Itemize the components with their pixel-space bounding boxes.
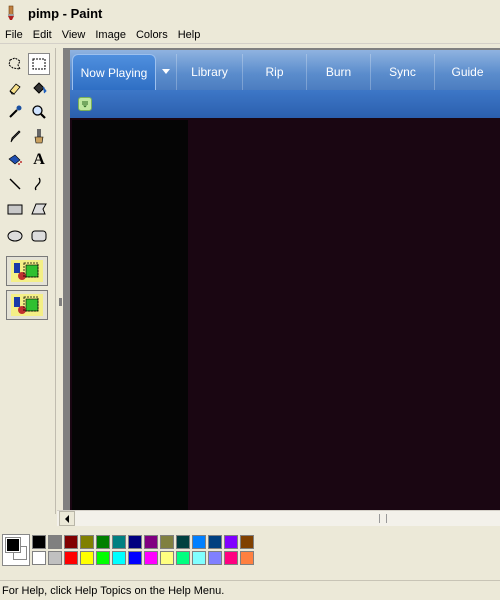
toolbox: A [0, 48, 56, 514]
rect-select-icon[interactable] [28, 53, 50, 75]
palette-swatch[interactable] [96, 551, 110, 565]
ellipse-icon[interactable] [4, 225, 26, 247]
menu-help[interactable]: Help [173, 29, 206, 41]
palette-swatch[interactable] [80, 551, 94, 565]
color-palette [0, 528, 500, 578]
curve-icon[interactable] [28, 173, 50, 195]
palette-swatch[interactable] [192, 551, 206, 565]
tab-guide[interactable]: Guide [434, 54, 500, 90]
palette-swatch[interactable] [224, 535, 238, 549]
palette-swatch[interactable] [64, 551, 78, 565]
eraser-icon[interactable] [4, 77, 26, 99]
palette-swatch[interactable] [240, 535, 254, 549]
palette-swatch[interactable] [176, 551, 190, 565]
rectangle-icon[interactable] [4, 198, 26, 220]
tool-option-transparent-on[interactable] [6, 290, 48, 320]
current-colors[interactable] [2, 534, 30, 566]
color-picker-icon[interactable] [4, 101, 26, 123]
text-icon[interactable]: A [28, 149, 50, 171]
status-bar: For Help, click Help Topics on the Help … [0, 580, 500, 600]
palette-swatch[interactable] [128, 535, 142, 549]
palette-swatch[interactable] [64, 535, 78, 549]
palette-swatch[interactable] [80, 535, 94, 549]
horizontal-scrollbar[interactable] [57, 510, 500, 526]
palette-swatch[interactable] [48, 535, 62, 549]
magnifier-icon[interactable] [28, 101, 50, 123]
palette-swatch[interactable] [208, 535, 222, 549]
text-tool-glyph: A [33, 151, 45, 168]
tab-rip[interactable]: Rip [242, 54, 306, 90]
scroll-left-icon[interactable] [59, 511, 75, 526]
palette-swatch[interactable] [192, 535, 206, 549]
menu-colors[interactable]: Colors [131, 29, 173, 41]
window-title: pimp - Paint [28, 5, 103, 21]
line-icon[interactable] [4, 173, 26, 195]
canvas-image[interactable]: Now Playing Library Rip Burn Sync Guide [70, 50, 500, 510]
menu-view[interactable]: View [57, 29, 91, 41]
palette-swatch[interactable] [224, 551, 238, 565]
menu-edit[interactable]: Edit [28, 29, 57, 41]
palette-swatch[interactable] [160, 551, 174, 565]
polygon-icon[interactable] [28, 198, 50, 220]
palette-swatch[interactable] [32, 535, 46, 549]
foreground-color-swatch[interactable] [5, 537, 21, 553]
tab-now-playing[interactable]: Now Playing [72, 54, 156, 90]
title-bar: pimp - Paint [0, 0, 500, 26]
palette-swatch[interactable] [112, 535, 126, 549]
now-playing-dropdown-icon[interactable] [156, 54, 176, 90]
fill-bucket-icon[interactable] [28, 77, 50, 99]
rounded-rect-icon[interactable] [28, 225, 50, 247]
palette-swatch[interactable] [32, 551, 46, 565]
wmp-subbar [70, 90, 500, 118]
free-form-select-icon[interactable] [4, 53, 26, 75]
view-options-icon[interactable] [78, 97, 92, 111]
palette-swatch[interactable] [208, 551, 222, 565]
menu-file[interactable]: File [0, 29, 28, 41]
brush-icon[interactable] [28, 125, 50, 147]
wmp-tab-bar: Now Playing Library Rip Burn Sync Guide [70, 50, 500, 90]
scroll-thumb-grip[interactable] [379, 514, 387, 523]
wmp-visualization-left [72, 120, 188, 510]
status-text: For Help, click Help Topics on the Help … [2, 584, 225, 597]
palette-swatch[interactable] [144, 551, 158, 565]
tab-sync[interactable]: Sync [370, 54, 434, 90]
palette-swatch[interactable] [112, 551, 126, 565]
palette-swatch[interactable] [144, 535, 158, 549]
palette-swatch[interactable] [160, 535, 174, 549]
menu-image[interactable]: Image [90, 29, 131, 41]
tool-option-transparent-off[interactable] [6, 256, 48, 286]
palette-swatch[interactable] [240, 551, 254, 565]
airbrush-icon[interactable] [4, 149, 26, 171]
tab-library[interactable]: Library [176, 54, 242, 90]
palette-swatch[interactable] [48, 551, 62, 565]
wmp-visualization-right [188, 120, 500, 510]
palette-swatch[interactable] [176, 535, 190, 549]
palette-swatch[interactable] [96, 535, 110, 549]
palette-swatch[interactable] [128, 551, 142, 565]
tab-burn[interactable]: Burn [306, 54, 370, 90]
pencil-icon[interactable] [4, 125, 26, 147]
splitter-grip [59, 298, 62, 306]
menu-bar: File Edit View Image Colors Help [0, 26, 500, 44]
paint-brush-icon[interactable] [4, 5, 20, 21]
